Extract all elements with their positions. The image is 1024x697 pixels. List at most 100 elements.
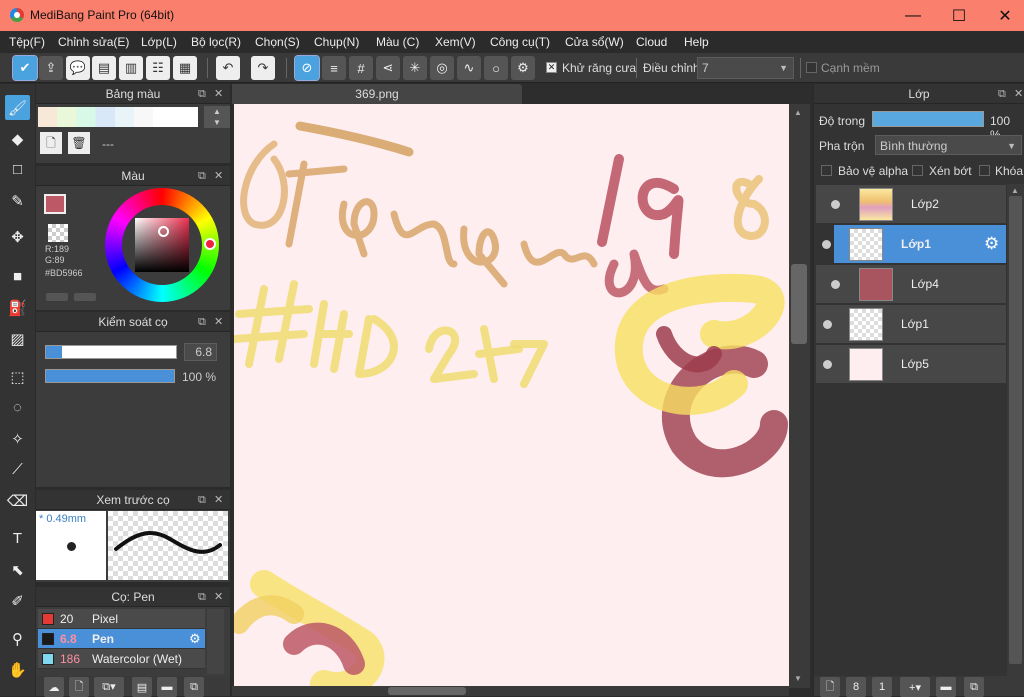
select-pen-icon[interactable]: ⟋ (5, 457, 30, 482)
eraser-tool-icon[interactable]: ◆ (5, 126, 30, 151)
float-icon[interactable]: ⧉ (998, 84, 1006, 104)
hue-handle[interactable] (204, 238, 216, 250)
transparent-color-swatch[interactable] (48, 224, 68, 242)
document-tab[interactable]: 369.png (232, 84, 522, 104)
brush-properties-icon[interactable]: ▤ (132, 677, 152, 697)
menu-snap[interactable]: Chụp(N) (314, 35, 359, 49)
close-icon[interactable]: ✕ (214, 166, 223, 186)
brush-size-slider[interactable] (45, 345, 177, 359)
dot-brush-icon[interactable]: ✎ (5, 188, 30, 213)
rectangle-select-icon[interactable]: □ (5, 157, 30, 182)
scroll-down-icon[interactable]: ▼ (794, 674, 802, 683)
maximize-button[interactable]: ☐ (936, 0, 982, 31)
layer-item-lop1[interactable]: Lớp1 (816, 305, 1006, 344)
close-icon[interactable]: ✕ (214, 312, 223, 332)
cloud-download-icon[interactable]: ☁ (44, 677, 64, 697)
brush-menu-icon[interactable]: ⧉▾ (94, 677, 124, 697)
new-1bit-layer-icon[interactable]: 1 (872, 677, 892, 697)
menu-filter[interactable]: Bộ lọc(R) (191, 35, 241, 49)
brush-settings-gear-icon[interactable]: ⚙ (189, 629, 201, 649)
palette-swatches[interactable] (38, 107, 198, 127)
new-layer-icon[interactable]: 🗋 (820, 677, 840, 697)
palette-scroll[interactable]: ▲ ▼ (204, 106, 230, 128)
gradient-icon[interactable]: ▨ (5, 326, 30, 351)
antialias-checkbox[interactable]: ✕ (546, 62, 557, 73)
adjust-select[interactable]: 7 ▼ (697, 57, 794, 79)
menu-select[interactable]: Chọn(S) (255, 35, 300, 49)
page-icon[interactable]: ▥ (119, 56, 143, 80)
folder-icon[interactable]: ▬ (936, 677, 956, 697)
snap-settings-gear-icon[interactable]: ⚙ (511, 56, 535, 80)
operation-tool-icon[interactable]: ⬉ (5, 557, 30, 582)
close-icon[interactable]: ✕ (1014, 84, 1023, 104)
layer-opacity-slider[interactable] (872, 111, 984, 127)
minimize-button[interactable]: — (890, 0, 936, 31)
close-icon[interactable]: ✕ (214, 490, 223, 510)
menu-cloud[interactable]: Cloud (636, 35, 667, 49)
float-icon[interactable]: ⧉ (198, 587, 206, 607)
redo-icon[interactable]: ↷ (251, 56, 275, 80)
text-bubble-icon[interactable]: ▤ (92, 56, 116, 80)
float-icon[interactable]: ⧉ (198, 490, 206, 510)
grid-check-icon[interactable]: ▦ (173, 56, 197, 80)
fill-rect-icon[interactable]: ■ (5, 264, 30, 289)
canvas-vertical-scrollbar[interactable]: ▲ ▼ (789, 104, 810, 688)
cloud-check-icon[interactable]: ✔ (12, 55, 38, 81)
menu-help[interactable]: Help (684, 35, 709, 49)
cross-snap-icon[interactable]: # (349, 56, 373, 80)
vertical-scroll-thumb[interactable] (791, 264, 807, 344)
lock-checkbox[interactable] (979, 165, 990, 176)
canvas-horizontal-scrollbar[interactable] (232, 686, 789, 696)
scroll-up-icon[interactable]: ▲ (1011, 186, 1019, 195)
parallel-snap-icon[interactable]: ≡ (322, 56, 346, 80)
horizontal-scroll-thumb[interactable] (388, 687, 466, 695)
select-eraser-icon[interactable]: ⌫ (5, 488, 30, 513)
folder-icon[interactable]: ▬ (157, 677, 177, 697)
add-layer-menu-icon[interactable]: +▾ (900, 677, 930, 697)
text-tool-icon[interactable]: T (5, 526, 30, 551)
float-icon[interactable]: ⧉ (198, 312, 206, 332)
brush-opacity-slider[interactable] (45, 369, 175, 383)
menu-layer[interactable]: Lớp(L) (141, 35, 177, 49)
settings-list-icon[interactable]: ☷ (146, 56, 170, 80)
vanishing-snap-icon[interactable]: ⋖ (376, 56, 400, 80)
export-icon[interactable]: ⇪ (39, 56, 63, 80)
close-button[interactable]: ✕ (982, 0, 1024, 31)
color-picker-button[interactable] (74, 293, 96, 301)
clipping-checkbox[interactable] (912, 165, 923, 176)
new-8bit-layer-icon[interactable]: 8 (846, 677, 866, 697)
radial-snap-icon[interactable]: ✳ (403, 56, 427, 80)
visibility-icon[interactable] (822, 240, 831, 249)
float-icon[interactable]: ⧉ (198, 84, 206, 104)
duplicate-icon[interactable]: ⧉ (184, 677, 204, 697)
menu-tools[interactable]: Công cụ(T) (490, 35, 550, 49)
brush-size-value[interactable]: 6.8 (184, 343, 217, 361)
visibility-icon[interactable] (823, 320, 832, 329)
visibility-icon[interactable] (831, 200, 840, 209)
brush-item-pixel[interactable]: 20 Pixel (38, 609, 205, 629)
circle-snap-icon[interactable]: ○ (484, 56, 508, 80)
layer-item-lop1-selected[interactable]: Lớp1 ⚙ (822, 225, 1006, 264)
bucket-icon[interactable]: ⛽ (5, 295, 30, 320)
protect-alpha-checkbox[interactable] (821, 165, 832, 176)
concentric-snap-icon[interactable]: ◎ (430, 56, 454, 80)
blend-mode-select[interactable]: Bình thường ▼ (875, 135, 1022, 155)
new-page-icon[interactable]: 🗋 (40, 132, 62, 154)
curve-snap-icon[interactable]: ∿ (457, 56, 481, 80)
menu-file[interactable]: Tệp(F) (9, 35, 45, 49)
trash-icon[interactable]: 🗑 (68, 132, 90, 154)
visibility-icon[interactable] (831, 280, 840, 289)
magic-wand-icon[interactable]: ✧ (5, 426, 30, 451)
undo-icon[interactable]: ↶ (216, 56, 240, 80)
drawing-canvas[interactable] (234, 104, 789, 686)
float-icon[interactable]: ⧉ (198, 166, 206, 186)
brush-tool-icon[interactable]: 🖌 (5, 95, 30, 120)
visibility-icon[interactable] (823, 360, 832, 369)
brush-list-scrollbar[interactable] (207, 609, 224, 674)
scroll-up-icon[interactable]: ▲ (794, 108, 802, 117)
duplicate-layer-icon[interactable]: ⧉ (964, 677, 984, 697)
layer-settings-gear-icon[interactable]: ⚙ (984, 234, 999, 254)
sv-picker-handle[interactable] (158, 226, 169, 237)
layer-item-lop2[interactable]: Lớp2 (816, 185, 1006, 224)
move-tool-icon[interactable]: ✥ (5, 224, 30, 249)
